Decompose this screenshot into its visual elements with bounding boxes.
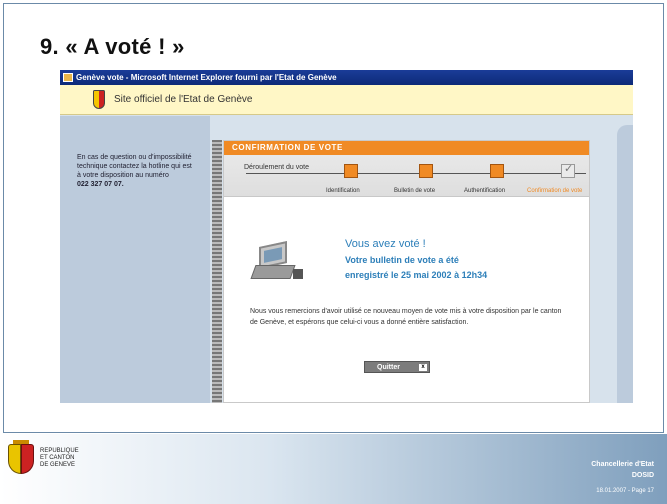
step-label-confirmation: Confirmation de vote: [527, 188, 583, 194]
browser-title: Genève vote - Microsoft Internet Explore…: [76, 73, 337, 82]
org-line-3: DE GENEVE: [40, 462, 76, 468]
organization-name: REPUBLIQUE ET CANTON DE GENEVE: [40, 448, 100, 469]
voted-line-2: enregistré le 25 mai 2002 à 12h34: [345, 270, 488, 280]
browser-screenshot: Genève vote - Microsoft Internet Explore…: [60, 70, 633, 403]
voting-terminal-icon: [250, 241, 303, 285]
step-label-authentication: Authentification: [464, 188, 506, 194]
ie-window-icon: [63, 73, 73, 82]
page-info: 18.01.2007 - Page 17: [596, 488, 654, 494]
voted-line-1: Votre bulletin de vote a été: [345, 255, 459, 265]
department: Chancellerie d'Etat DOSID: [591, 459, 654, 481]
geneva-shield-icon: [93, 90, 105, 109]
site-banner: Site officiel de l'Etat de Genève: [60, 85, 633, 115]
browser-title-bar: Genève vote - Microsoft Internet Explore…: [60, 70, 633, 85]
voted-title: Vous avez voté !: [345, 238, 426, 250]
dept-line-2: DOSID: [631, 472, 654, 479]
step-confirmation-box: [561, 162, 575, 178]
step-identification-box: [344, 164, 358, 178]
step-authentication-box: [490, 164, 504, 178]
step-label-ballot: Bulletin de vote: [394, 188, 436, 194]
confirmation-header: CONFIRMATION DE VOTE: [224, 141, 589, 155]
slide: 9. « A voté ! » Genève vote - Microsoft …: [0, 0, 667, 504]
step-ballot-box: [419, 164, 433, 178]
site-banner-text: Site officiel de l'Etat de Genève: [114, 94, 253, 105]
slide-title: 9. « A voté ! »: [40, 34, 185, 59]
confirmation-panel: CONFIRMATION DE VOTE Déroulement du vote…: [223, 140, 590, 403]
help-message: En cas de question ou d'impossibilité te…: [77, 154, 192, 179]
quit-label: Quitter: [377, 364, 400, 371]
quit-button[interactable]: Quitter x: [364, 361, 430, 373]
org-line-1: REPUBLIQUE: [40, 448, 79, 454]
step-label-identification: Identification: [326, 188, 360, 194]
hotline-number: 022 327 07 07.: [77, 181, 124, 188]
thanks-text: Nous vous remercions d'avoir utilisé ce …: [250, 308, 562, 326]
voted-message-block: Vous avez voté ! Votre bulletin de vote …: [224, 197, 589, 402]
close-icon: x: [419, 364, 427, 371]
slide-footer: REPUBLIQUE ET CANTON DE GENEVE Chancelle…: [0, 434, 667, 504]
help-sidebar: En cas de question ou d'impossibilité te…: [60, 116, 210, 403]
right-sidebar: [617, 125, 633, 403]
geneva-coat-of-arms-icon: [8, 440, 34, 480]
voted-confirmation: Votre bulletin de vote a été enregistré …: [345, 253, 565, 283]
progress-line: [246, 173, 586, 174]
vote-progress: Déroulement du vote Identification Bulle…: [224, 155, 589, 197]
org-line-2: ET CANTON: [40, 455, 75, 461]
help-text: En cas de question ou d'impossibilité te…: [77, 153, 195, 189]
dept-line-1: Chancellerie d'Etat: [591, 461, 654, 468]
progress-label: Déroulement du vote: [244, 164, 309, 171]
scrollbar-strip[interactable]: [212, 140, 222, 403]
